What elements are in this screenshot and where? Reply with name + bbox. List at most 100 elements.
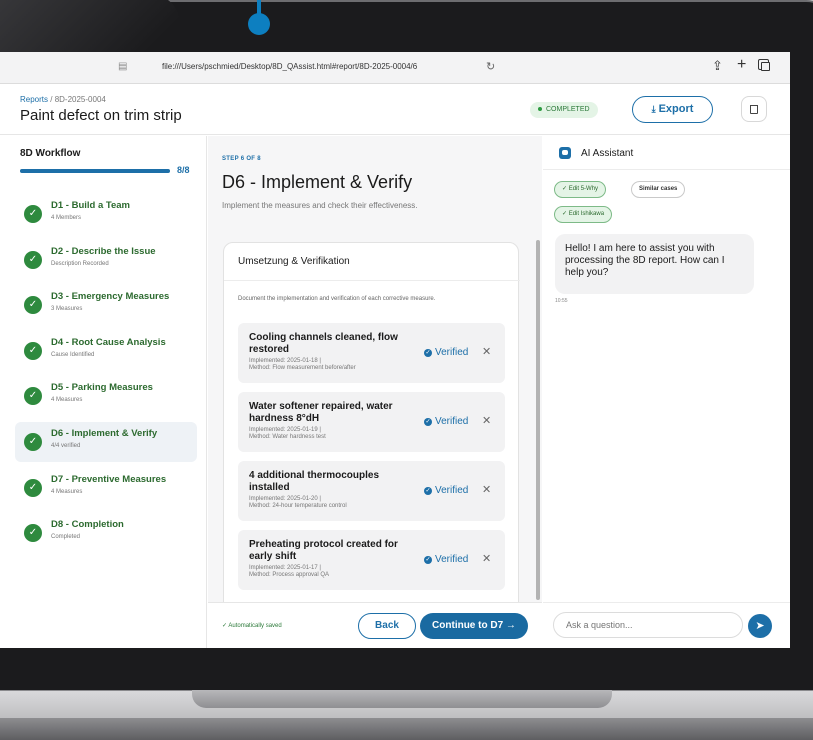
continue-button[interactable]: Continue to D7 →: [420, 613, 528, 639]
check-circle-icon: ✓: [424, 349, 432, 357]
reload-icon[interactable]: ↻: [486, 60, 495, 73]
step-title: D6 - Implement & Verify: [222, 172, 413, 192]
autosave-label: Automatically saved: [228, 623, 282, 629]
close-icon[interactable]: ✕: [482, 345, 491, 358]
check-icon: ✓: [24, 296, 42, 314]
back-button[interactable]: Back: [358, 613, 416, 639]
check-circle-icon: ✓: [424, 418, 432, 426]
autosave-status: ✓ Automatically saved: [222, 623, 282, 629]
step-d2[interactable]: ✓ D2 - Describe the Issue Description Reco…: [15, 240, 197, 280]
measure-title: Cooling channels cleaned, flow restored: [249, 332, 398, 355]
main-content: STEP 6 OF 8 D6 - Implement & Verify Impl…: [208, 136, 542, 648]
workflow-progress-bar: [20, 169, 170, 173]
verified-status[interactable]: ✓ Verified: [424, 416, 468, 427]
export-label: Export: [658, 103, 694, 115]
step-d3[interactable]: ✓ D3 - Emergency Measures 3 Measures: [15, 285, 197, 325]
close-icon[interactable]: ✕: [482, 414, 491, 427]
assistant-message: Hello! I am here to assist you with proc…: [555, 234, 754, 294]
step-sub: 4 Measures: [51, 397, 83, 403]
measure-item: 4 additional thermocouples installed Imp…: [238, 461, 505, 521]
tab-overview-icon[interactable]: [758, 59, 770, 71]
download-icon: ⤓: [651, 104, 656, 114]
new-tab-icon[interactable]: +: [737, 56, 746, 74]
measure-method: Method: Process approval QA: [249, 572, 330, 578]
verified-status[interactable]: ✓ Verified: [424, 347, 468, 358]
measure-method: Method: Flow measurement before/after: [249, 365, 356, 371]
step-d7[interactable]: ✓ D7 - Preventive Measures 4 Measures: [15, 468, 197, 508]
verified-label: Verified: [435, 347, 469, 358]
check-icon: ✓: [24, 524, 42, 542]
close-icon[interactable]: ✕: [482, 483, 491, 496]
card-title: Umsetzung & Verifikation: [238, 256, 350, 267]
close-icon[interactable]: ✕: [482, 552, 491, 565]
assistant-header: AI Assistant: [543, 136, 790, 170]
step-sub: 4 Members: [51, 215, 82, 221]
laptop-hinge-notch: [192, 690, 612, 708]
status-text: COMPLETED: [546, 106, 590, 113]
check-icon: ✓: [24, 479, 42, 497]
send-button[interactable]: ➤: [748, 614, 772, 638]
delete-button[interactable]: [741, 96, 767, 122]
verified-label: Verified: [435, 485, 469, 496]
verified-status[interactable]: ✓ Verified: [424, 485, 468, 496]
page-title: Paint defect on trim strip: [20, 107, 182, 124]
ask-question-input[interactable]: [553, 612, 743, 638]
step-d6[interactable]: ✓ D6 - Implement & Verify 4/4 verified: [15, 422, 197, 462]
workflow-progress-count: 8/8: [177, 165, 190, 175]
send-icon: ➤: [755, 620, 765, 632]
robot-icon: [559, 147, 571, 159]
card-header: Umsetzung & Verifikation: [224, 243, 520, 281]
measure-method: Method: Water hardness test: [249, 434, 326, 440]
check-circle-icon: ✓: [424, 556, 432, 564]
step-d4[interactable]: ✓ D4 - Root Cause Analysis Cause Identifie…: [15, 331, 197, 371]
step-sub: 3 Measures: [51, 306, 83, 312]
browser-window: ▤ file:///Users/pschmied/Desktop/8D_QAss…: [0, 52, 790, 648]
measure-title: Preheating protocol created for early sh…: [249, 539, 398, 562]
breadcrumb: Reports / 8D-2025-0004: [20, 95, 106, 104]
card-description: Document the implementation and verifica…: [238, 296, 436, 302]
assistant-title: AI Assistant: [581, 148, 634, 159]
step-sub: Description Recorded: [51, 261, 109, 267]
address-bar[interactable]: file:///Users/pschmied/Desktop/8D_QAssis…: [162, 62, 417, 71]
breadcrumb-separator: /: [48, 95, 55, 104]
step-label: D7 - Preventive Measures: [51, 474, 167, 485]
workflow-progress-fill: [20, 169, 170, 173]
step-label: D5 - Parking Measures: [51, 382, 153, 393]
step-sub: 4/4 verified: [51, 443, 81, 449]
chip-edit-ishikawa[interactable]: ✓ Edit Ishikawa: [554, 206, 613, 223]
reader-icon[interactable]: ▤: [118, 61, 128, 73]
step-sub: 4 Measures: [51, 489, 83, 495]
step-label: D2 - Describe the Issue: [51, 246, 156, 257]
step-label: D3 - Emergency Measures: [51, 291, 170, 302]
app-header: Reports / 8D-2025-0004 Paint defect on t…: [0, 85, 790, 135]
step-kicker: STEP 6 OF 8: [222, 156, 261, 162]
trash-icon: [750, 105, 758, 114]
export-button[interactable]: ⤓ Export: [632, 96, 713, 123]
message-time: 10:55: [555, 298, 568, 304]
sidebar-title: 8D Workflow: [20, 148, 81, 159]
verified-label: Verified: [435, 416, 469, 427]
check-icon: ✓: [24, 205, 42, 223]
browser-toolbar: ▤ file:///Users/pschmied/Desktop/8D_QAss…: [0, 52, 790, 84]
status-badge: COMPLETED: [530, 102, 598, 118]
camera-pointer-dot: [248, 13, 270, 35]
measure-item: Preheating protocol created for early sh…: [238, 530, 505, 590]
step-d1[interactable]: ✓ D1 - Build a Team 4 Members: [15, 194, 197, 234]
step-label: D6 - Implement & Verify: [51, 428, 158, 439]
step-d5[interactable]: ✓ D5 - Parking Measures 4 Measures: [15, 376, 197, 416]
workflow-sidebar: 8D Workflow 8/8 ✓ D1 - Build a Team 4 Memb…: [0, 136, 207, 648]
check-icon: ✓: [24, 251, 42, 269]
chip-edit-5why[interactable]: ✓ Edit 5-Why: [554, 181, 607, 198]
breadcrumb-reports-link[interactable]: Reports: [20, 95, 48, 104]
laptop-mockup: ▤ file:///Users/pschmied/Desktop/8D_QAss…: [0, 0, 813, 740]
main-scrollbar[interactable]: [536, 240, 540, 600]
step-d8[interactable]: ✓ D8 - Completion Completed: [15, 513, 197, 553]
share-icon[interactable]: ⇪: [712, 58, 723, 74]
check-circle-icon: ✓: [424, 487, 432, 495]
measure-item: Cooling channels cleaned, flow restored …: [238, 323, 505, 383]
verified-status[interactable]: ✓ Verified: [424, 554, 468, 565]
step-sub: Completed: [51, 534, 81, 540]
chip-similar-cases[interactable]: Similar cases: [631, 181, 686, 198]
step-label: D1 - Build a Team: [51, 200, 131, 211]
ai-assistant-panel: AI Assistant ✓ Edit 5-Why Similar cases …: [543, 136, 790, 648]
